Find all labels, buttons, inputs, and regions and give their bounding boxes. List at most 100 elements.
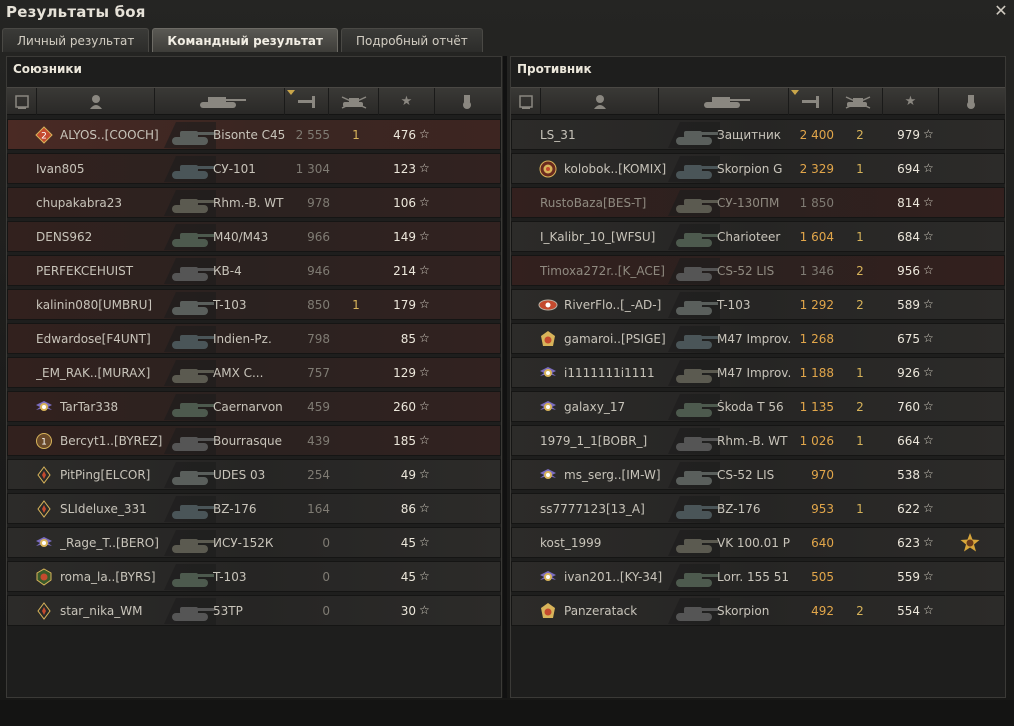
- tab-bar: Личный результат Командный результат Под…: [2, 28, 486, 52]
- squad-column-header[interactable]: [511, 88, 541, 115]
- kills-value: 1: [856, 366, 864, 380]
- damage-value: 0: [322, 570, 330, 584]
- close-icon[interactable]: ✕: [992, 1, 1010, 21]
- xp-value: 129: [393, 366, 416, 380]
- damage-value: 254: [307, 468, 330, 482]
- squad-icon: [14, 94, 29, 109]
- tank-icon: [666, 292, 720, 319]
- tank-icon: [162, 462, 216, 489]
- damage-value: 1 346: [799, 264, 834, 278]
- vehicle-name: CS-52 LIS: [717, 468, 775, 482]
- vehicle-name: M47 Improv.: [717, 366, 792, 380]
- damage-value: 459: [307, 400, 330, 414]
- player-row[interactable]: ss7777123[13_A] BZ-176 953 1 622 ☆: [511, 493, 1005, 524]
- squad-column-header[interactable]: [7, 88, 37, 115]
- tank-icon: [162, 258, 216, 285]
- vehicle-name: Bourrasque: [213, 434, 283, 448]
- player-row[interactable]: ivan201..[KY-34] Lorr. 155 51 505 559 ☆: [511, 561, 1005, 592]
- vehicle-name: Indien-Pz.: [213, 332, 272, 346]
- kills-column-header[interactable]: [329, 88, 379, 115]
- star-icon: ☆: [923, 331, 934, 345]
- tank-icon: [162, 394, 216, 421]
- star-icon: ☆: [419, 569, 430, 583]
- player-row[interactable]: _EM_RAK..[MURAX] AMX C... 757 129 ☆: [7, 357, 501, 388]
- damage-value: 1 188: [799, 366, 834, 380]
- damage-column-header[interactable]: [789, 88, 833, 115]
- title-bar: Результаты боя ✕: [0, 0, 1014, 26]
- player-row[interactable]: i1111111i1111 M47 Improv. 1 188 1 926 ☆: [511, 357, 1005, 388]
- tank-icon: [666, 122, 720, 149]
- player-row[interactable]: DENS962 M40/M43 966 149 ☆: [7, 221, 501, 252]
- damage-value: 505: [811, 570, 834, 584]
- crest-badge-icon: [538, 330, 558, 348]
- player-row[interactable]: kost_1999 VK 100.01 P 640 623 ☆: [511, 527, 1005, 558]
- kills-column-header[interactable]: [833, 88, 883, 115]
- xp-value: 956: [897, 264, 920, 278]
- vehicle-name: CS-52 LIS: [717, 264, 775, 278]
- medals-column-header[interactable]: [435, 88, 499, 115]
- allies-list: 2 ALYOS..[COOCH] Bisonte C45 2 555 1 476 ☆ Ivan…: [7, 119, 501, 629]
- allies-panel: Союзники ★ 2 ALYOS..[COOCH] Bisonte C45 …: [6, 56, 502, 698]
- medal-icon[interactable]: [959, 532, 981, 554]
- player-row[interactable]: _Rage_T..[BERO] ИСУ-152К 0 45 ☆: [7, 527, 501, 558]
- player-row[interactable]: ms_serg..[IM-W] CS-52 LIS 970 538 ☆: [511, 459, 1005, 490]
- diamond-badge-icon: [34, 466, 54, 484]
- player-row[interactable]: 1 Bercyt1..[BYREZ] Bourrasque 439 185 ☆: [7, 425, 501, 456]
- player-row[interactable]: Edwardose[F4UNT] Indien-Pz. 798 85 ☆: [7, 323, 501, 354]
- xp-column-header[interactable]: ★: [379, 88, 435, 115]
- player-column-header[interactable]: [541, 88, 659, 115]
- tab-personal-result[interactable]: Личный результат: [2, 28, 150, 52]
- xp-value: 664: [897, 434, 920, 448]
- player-row[interactable]: RustoBaza[BES-T] СУ-130ПМ 1 850 814 ☆: [511, 187, 1005, 218]
- vehicle-name: AMX C...: [213, 366, 264, 380]
- star-icon: ☆: [923, 501, 934, 515]
- damage-value: 946: [307, 264, 330, 278]
- player-row[interactable]: TarTar338 Caernarvon 459 260 ☆: [7, 391, 501, 422]
- player-row[interactable]: PERFEKCEHUIST КВ-4 946 214 ☆: [7, 255, 501, 286]
- player-row[interactable]: kolobok..[KOMIX] Skorpion G2 329 1 694 ☆: [511, 153, 1005, 184]
- tank-icon: [162, 224, 216, 251]
- tab-detailed-report[interactable]: Подробный отчёт: [340, 28, 483, 52]
- player-column-header[interactable]: [37, 88, 155, 115]
- player-row[interactable]: 2 ALYOS..[COOCH] Bisonte C45 2 555 1 476 ☆: [7, 119, 501, 150]
- player-row[interactable]: Ivan805 СУ-101 1 304 123 ☆: [7, 153, 501, 184]
- player-row[interactable]: LS_31 Защитник 2 400 2 979 ☆: [511, 119, 1005, 150]
- class-2-badge-icon: 2: [34, 126, 54, 144]
- wings-badge-icon: [538, 568, 558, 586]
- player-row[interactable]: star_nika_WM 53TP 0 30 ☆: [7, 595, 501, 626]
- squad-icon: [518, 94, 533, 109]
- xp-value: 260: [393, 400, 416, 414]
- tank-icon: [666, 360, 720, 387]
- star-icon: ☆: [419, 161, 430, 175]
- vehicle-name: T-103: [213, 570, 247, 584]
- player-row[interactable]: roma_la..[BYRS] T-103 0 45 ☆: [7, 561, 501, 592]
- player-row[interactable]: chupakabra23 Rhm.-B. WT 978 106 ☆: [7, 187, 501, 218]
- player-row[interactable]: 1979_1_1[BOBR_] Rhm.-B. WT 1 026 1 664 ☆: [511, 425, 1005, 456]
- damage-value: 492: [811, 604, 834, 618]
- damage-column-header[interactable]: [285, 88, 329, 115]
- kills-value: 1: [856, 230, 864, 244]
- star-icon: ☆: [923, 535, 934, 549]
- xp-column-header[interactable]: ★: [883, 88, 939, 115]
- player-row[interactable]: kalinin080[UMBRU] T-103 850 1 179 ☆: [7, 289, 501, 320]
- player-row[interactable]: Panzeratack Skorpion 492 2 554 ☆: [511, 595, 1005, 626]
- tab-team-result[interactable]: Командный результат: [152, 28, 338, 52]
- player-row[interactable]: galaxy_17 Škoda T 56 1 135 2 760 ☆: [511, 391, 1005, 422]
- tank-icon: [666, 564, 720, 591]
- vehicle-name: M47 Improv.: [717, 332, 792, 346]
- damage-value: 1 292: [799, 298, 834, 312]
- player-row[interactable]: gamaroi..[PSIGE] M47 Improv. 1 268 675 ☆: [511, 323, 1005, 354]
- medals-column-header[interactable]: [939, 88, 1003, 115]
- player-row[interactable]: I_Kalibr_10_[WFSU] Charioteer 1 604 1 684 ☆: [511, 221, 1005, 252]
- footer-bar: [0, 700, 1014, 726]
- player-row[interactable]: SLIdeluxe_331 BZ-176 164 86 ☆: [7, 493, 501, 524]
- wings-badge-icon: [538, 466, 558, 484]
- allies-header: ★: [7, 87, 501, 115]
- player-row[interactable]: Timoxa272r..[K_ACE] CS-52 LIS 1 346 2 956 ☆: [511, 255, 1005, 286]
- vehicle-column-header[interactable]: [155, 88, 285, 115]
- tank-icon: [666, 530, 720, 557]
- player-row[interactable]: PitPing[ELCOR] UDES 03 254 49 ☆: [7, 459, 501, 490]
- star-icon: ☆: [419, 365, 430, 379]
- player-row[interactable]: RiverFlo..[_-AD-] T-103 1 292 2 589 ☆: [511, 289, 1005, 320]
- vehicle-column-header[interactable]: [659, 88, 789, 115]
